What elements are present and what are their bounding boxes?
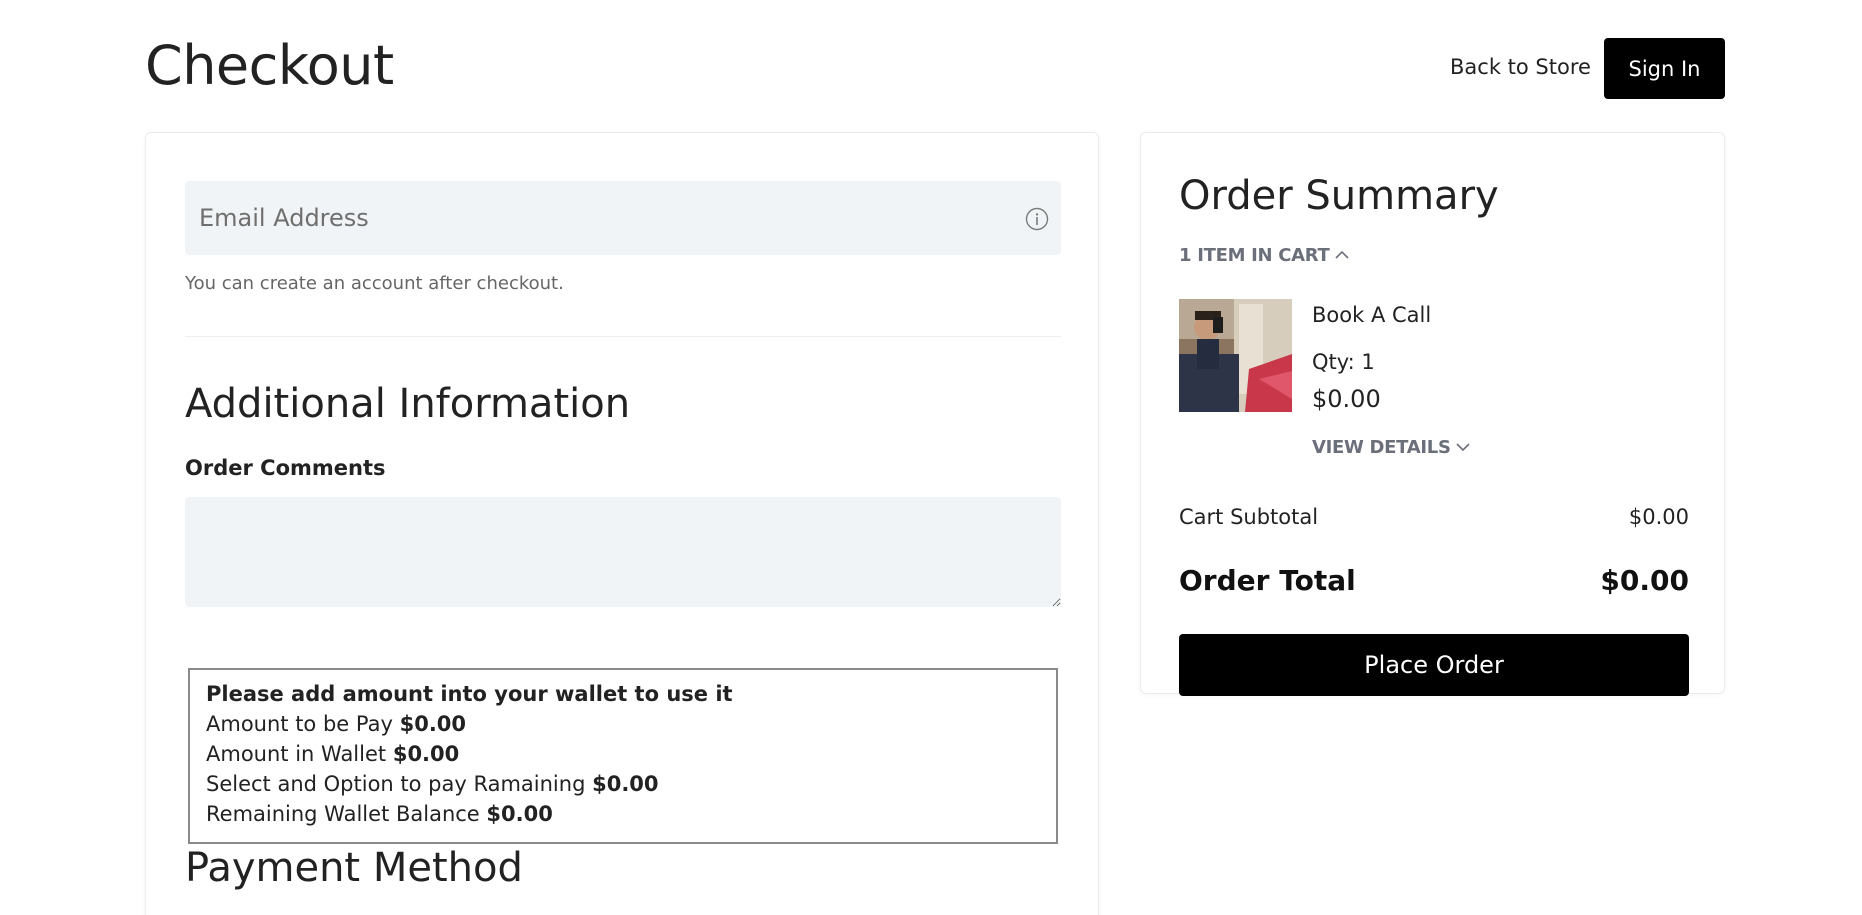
place-order-button[interactable]: Place Order [1179, 634, 1689, 696]
back-to-store-link[interactable]: Back to Store [1450, 55, 1591, 79]
checkout-form-card: You can create an account after checkout… [145, 132, 1099, 915]
payment-method-heading: Payment Method [185, 845, 523, 891]
remaining-to-pay-value: $0.00 [592, 772, 659, 796]
wallet-notice-box: Please add amount into your wallet to us… [188, 668, 1058, 844]
product-image [1179, 299, 1292, 412]
order-total-value: $0.00 [1600, 564, 1689, 597]
email-hint: You can create an account after checkout… [185, 273, 564, 294]
view-details-label: VIEW DETAILS [1312, 437, 1451, 458]
wallet-notice-title: Please add amount into your wallet to us… [206, 682, 733, 706]
sign-in-button[interactable]: Sign In [1604, 38, 1725, 99]
order-comments-textarea[interactable] [185, 497, 1061, 607]
view-details-toggle[interactable]: VIEW DETAILS [1312, 437, 1471, 458]
amount-to-pay-value: $0.00 [399, 712, 467, 736]
info-icon[interactable] [1025, 207, 1049, 231]
order-total-row: Order Total $0.00 [1179, 564, 1689, 597]
remaining-balance-line: Remaining Wallet Balance $0.00 [206, 799, 1040, 829]
amount-in-wallet-value: $0.00 [392, 742, 460, 766]
remaining-to-pay-label: Select and Option to pay Ramaining [206, 772, 586, 796]
cart-subtotal-label: Cart Subtotal [1179, 505, 1319, 529]
order-total-label: Order Total [1179, 564, 1356, 597]
remaining-balance-label: Remaining Wallet Balance [206, 802, 480, 826]
order-summary-title: Order Summary [1179, 173, 1499, 219]
remaining-to-pay-line: Select and Option to pay Ramaining $0.00 [206, 769, 1040, 799]
amount-in-wallet-label: Amount in Wallet [206, 742, 387, 766]
order-summary-card: Order Summary 1 ITEM IN CART Book A Call… [1140, 132, 1725, 696]
product-qty: Qty: 1 [1312, 350, 1375, 374]
remaining-balance-value: $0.00 [486, 802, 553, 826]
chevron-down-icon [1455, 437, 1471, 458]
cart-subtotal-value: $0.00 [1628, 505, 1689, 529]
page-title: Checkout [145, 34, 394, 97]
chevron-up-icon [1334, 245, 1350, 266]
cart-subtotal-row: Cart Subtotal $0.00 [1179, 505, 1689, 529]
cart-items-toggle[interactable]: 1 ITEM IN CART [1179, 245, 1350, 266]
email-input[interactable] [185, 181, 1061, 255]
additional-info-heading: Additional Information [185, 381, 631, 427]
amount-to-pay-label: Amount to be Pay [206, 712, 393, 736]
product-name: Book A Call [1312, 303, 1432, 327]
cart-count-label: 1 ITEM IN CART [1179, 245, 1330, 266]
section-divider [185, 336, 1061, 337]
amount-to-pay-line: Amount to be Pay $0.00 [206, 709, 1040, 739]
order-comments-label: Order Comments [185, 456, 386, 480]
amount-in-wallet-line: Amount in Wallet $0.00 [206, 739, 1040, 769]
email-field[interactable] [185, 181, 1061, 255]
checkout-page: Checkout Back to Store Sign In You can c… [0, 0, 1862, 915]
product-price: $0.00 [1312, 385, 1381, 413]
